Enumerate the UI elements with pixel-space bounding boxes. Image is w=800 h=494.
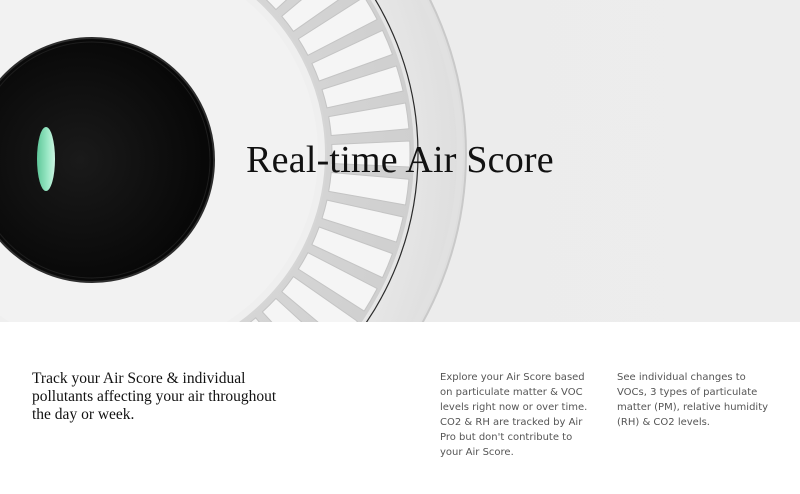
info-headline: Track your Air Score & individual pollut… [32, 370, 277, 423]
hero-title: Real-time Air Score [246, 139, 554, 181]
page: Real-time Air Score Track your Air Score… [0, 0, 800, 494]
info-description-air-score: Explore your Air Score based on particul… [440, 372, 588, 458]
info-description-pollutants: See individual changes to VOCs, 3 types … [617, 372, 769, 428]
hero-banner: Real-time Air Score [0, 0, 800, 322]
info-section: Track your Air Score & individual pollut… [0, 322, 800, 494]
